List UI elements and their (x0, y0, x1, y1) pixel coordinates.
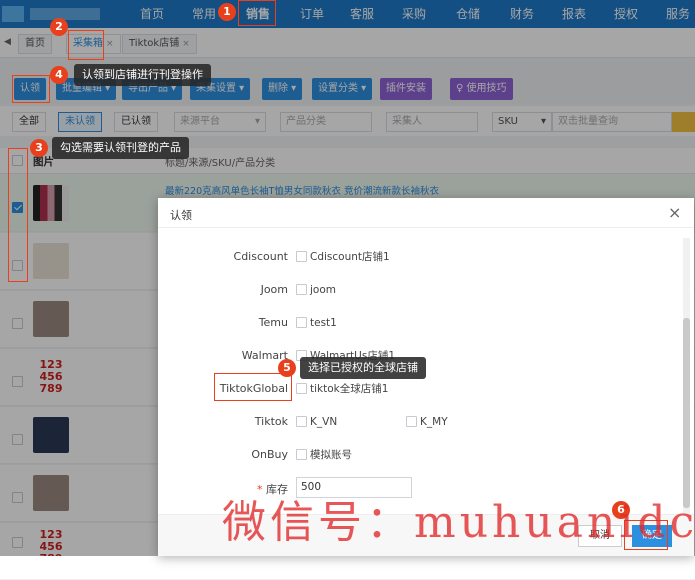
store-option-joom[interactable]: joom (296, 283, 336, 297)
store-label-cdiscount: Cdiscount (233, 250, 288, 263)
annotation-box-sales (238, 0, 276, 26)
store-checkbox[interactable] (296, 250, 307, 262)
store-checkbox[interactable] (406, 415, 417, 427)
store-option-k-vn[interactable]: K_VN (296, 415, 337, 429)
dialog-scroll-thumb[interactable] (683, 318, 690, 508)
tooltip-select-products: 勾选需要认领刊登的产品 (52, 137, 189, 159)
store-option-cdiscount[interactable]: Cdiscount店铺1 (296, 250, 390, 264)
watermark: 微信号：muhuanidc (222, 497, 695, 548)
annotation-badge-2: 2 (50, 18, 68, 36)
store-label-onbuy: OnBuy (251, 448, 288, 461)
store-checkbox[interactable] (296, 283, 307, 295)
store-checkbox[interactable] (296, 382, 307, 394)
store-label-tiktok: Tiktok (254, 415, 288, 428)
annotation-badge-5: 5 (278, 359, 296, 377)
annotation-badge-3: 3 (30, 139, 48, 157)
annotation-box-claim (12, 75, 50, 103)
store-option-k-my[interactable]: K_MY (406, 415, 448, 429)
annotation-box-tiktokglobal (214, 373, 292, 401)
store-checkbox[interactable] (296, 415, 307, 427)
store-option-onbuy[interactable]: 模拟账号 (296, 448, 352, 462)
annotation-box-checkboxes (8, 148, 28, 282)
store-checkbox[interactable] (296, 448, 307, 460)
annotation-box-collection-tab (68, 30, 104, 60)
store-option-tiktokglobal[interactable]: tiktok全球店铺1 (296, 382, 388, 396)
store-label-temu: Temu (258, 316, 288, 329)
annotation-badge-1: 1 (218, 3, 236, 21)
store-option-temu[interactable]: test1 (296, 316, 337, 330)
tooltip-select-store: 选择已授权的全球店铺 (300, 357, 426, 379)
dialog-title: 认领 (170, 209, 192, 222)
close-icon[interactable]: × (668, 203, 681, 222)
store-label-joom: Joom (260, 283, 288, 296)
annotation-badge-4: 4 (50, 66, 68, 84)
tooltip-claim: 认领到店铺进行刊登操作 (74, 64, 211, 86)
store-label-walmart: Walmart (241, 349, 288, 362)
store-checkbox[interactable] (296, 316, 307, 328)
dialog-header: 认领 × (158, 198, 694, 228)
